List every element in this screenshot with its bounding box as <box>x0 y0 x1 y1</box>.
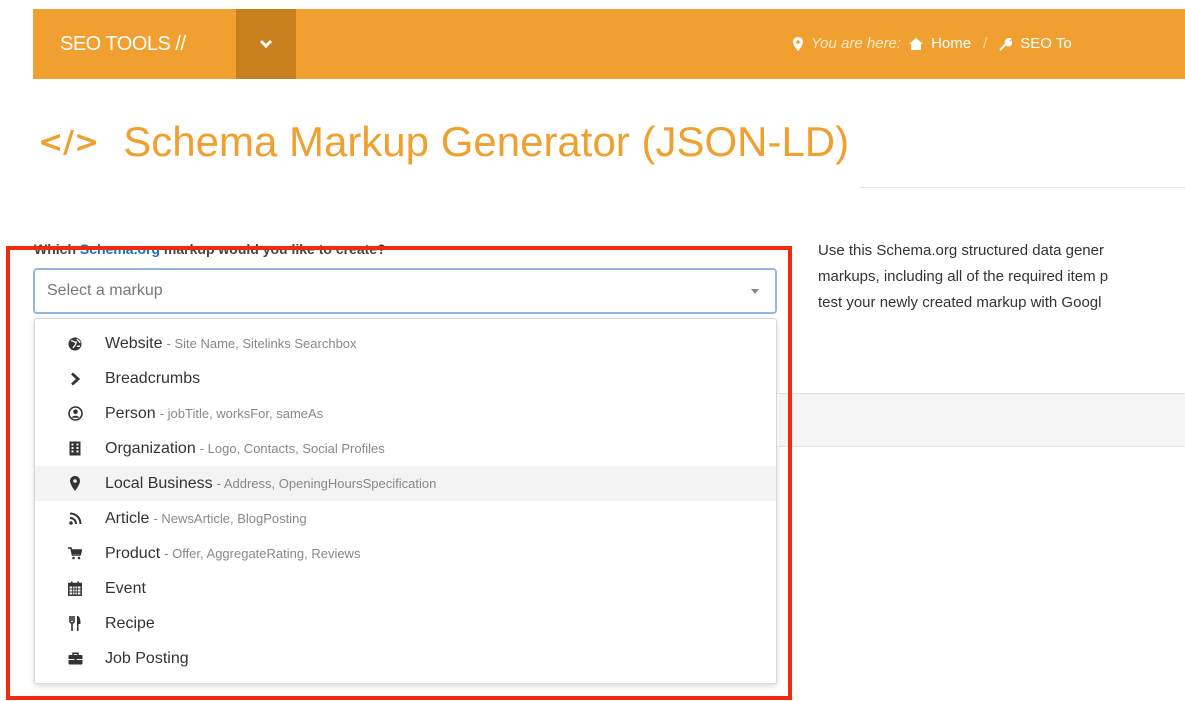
caret-down-icon <box>751 289 759 294</box>
building-icon <box>66 440 84 458</box>
brand-title[interactable]: SEO TOOLS // <box>60 9 186 79</box>
code-icon: </> <box>38 124 100 160</box>
user-circle-icon <box>66 405 84 423</box>
option-organization[interactable]: Organization - Logo, Contacts, Social Pr… <box>35 431 776 466</box>
briefcase-icon <box>66 650 84 668</box>
option-label: Website <box>105 334 163 352</box>
breadcrumb-separator: / <box>983 35 988 52</box>
option-label: Local Business <box>105 474 213 492</box>
option-description: - jobTitle, worksFor, sameAs <box>159 406 324 421</box>
option-website[interactable]: Website - Site Name, Sitelinks Searchbox <box>35 326 776 361</box>
option-event[interactable]: Event <box>35 571 776 606</box>
page-title: Schema Markup Generator (JSON-LD) <box>123 118 850 165</box>
description-line: test your newly created markup with Goog… <box>818 294 1102 311</box>
utensils-icon <box>66 615 84 633</box>
select-placeholder: Select a markup <box>47 282 163 299</box>
markup-dropdown-list: Website - Site Name, Sitelinks Searchbox… <box>34 318 777 684</box>
option-label: Product <box>105 544 161 562</box>
option-description: - Address, OpeningHoursSpecification <box>216 476 437 491</box>
option-description: - Offer, AggregateRating, Reviews <box>164 546 361 561</box>
option-description: - NewsArticle, BlogPosting <box>153 511 307 526</box>
option-label: Event <box>105 579 146 597</box>
calendar-icon <box>66 580 84 598</box>
top-nav-bar: SEO TOOLS // You are here: Home / SEO To <box>33 9 1185 79</box>
map-marker-icon <box>793 37 803 51</box>
breadcrumb: You are here: Home / SEO To <box>793 9 1072 79</box>
option-product[interactable]: Product - Offer, AggregateRating, Review… <box>35 536 776 571</box>
option-local-business[interactable]: Local Business - Address, OpeningHoursSp… <box>35 466 776 501</box>
option-description: - Site Name, Sitelinks Searchbox <box>166 336 357 351</box>
option-description: - Logo, Contacts, Social Profiles <box>199 441 385 456</box>
option-article[interactable]: Article - NewsArticle, BlogPosting <box>35 501 776 536</box>
tool-description: Use this Schema.org structured data gene… <box>818 238 1185 316</box>
option-label: Breadcrumbs <box>105 369 201 387</box>
menu-toggle-button[interactable] <box>236 9 296 79</box>
option-label: Recipe <box>105 614 155 632</box>
option-job-posting[interactable]: Job Posting <box>35 641 776 676</box>
markup-select[interactable]: Select a markup <box>33 268 777 314</box>
schema-org-link[interactable]: Schema.org <box>80 241 160 257</box>
question-suffix: markup would you like to create? <box>163 241 386 257</box>
chevron-right-icon <box>66 370 84 388</box>
markup-question-label: Which Schema.org markup would you like t… <box>34 241 386 257</box>
output-panel <box>777 393 1185 447</box>
option-breadcrumbs[interactable]: Breadcrumbs <box>35 361 776 396</box>
you-are-here-label: You are here: <box>811 35 902 52</box>
breadcrumb-current[interactable]: SEO To <box>1020 9 1071 79</box>
wrench-icon <box>999 37 1013 51</box>
rss-icon <box>66 510 84 528</box>
chevron-down-icon <box>259 39 273 49</box>
page-header: </> Schema Markup Generator (JSON-LD) <box>38 118 849 166</box>
globe-icon <box>66 335 84 353</box>
shopping-cart-icon <box>66 545 84 563</box>
description-line: Use this Schema.org structured data gene… <box>818 242 1104 259</box>
option-label: Job Posting <box>105 649 189 667</box>
option-recipe[interactable]: Recipe <box>35 606 776 641</box>
option-person[interactable]: Person - jobTitle, worksFor, sameAs <box>35 396 776 431</box>
option-label: Person <box>105 404 156 422</box>
breadcrumb-home-link[interactable]: Home <box>931 9 971 79</box>
description-line: markups, including all of the required i… <box>818 268 1109 285</box>
title-divider <box>860 187 1185 188</box>
option-label: Article <box>105 509 150 527</box>
question-prefix: Which <box>34 241 76 257</box>
option-label: Organization <box>105 439 196 457</box>
home-icon <box>909 38 924 50</box>
map-marker-icon <box>66 475 84 493</box>
